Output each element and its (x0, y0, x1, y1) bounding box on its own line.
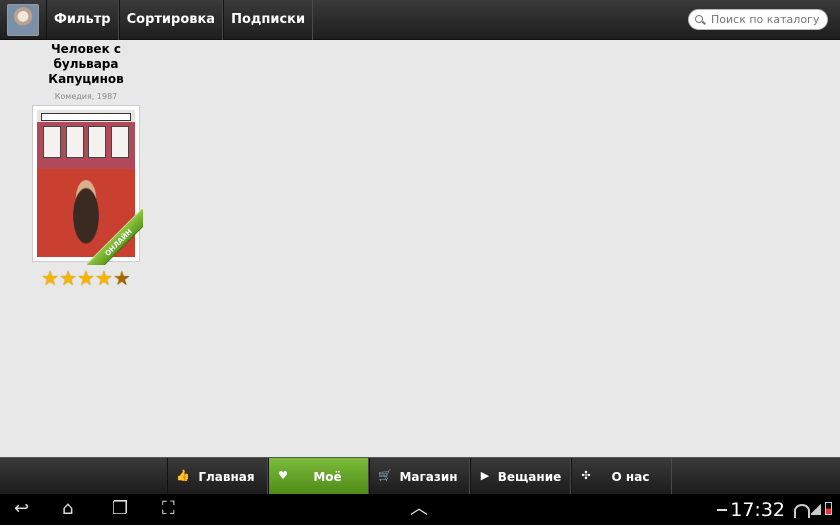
minus-icon (717, 509, 727, 511)
star-icon: ★ (94, 266, 113, 290)
play-icon: ▶ (480, 469, 490, 482)
grid-icon: ✣ (581, 469, 591, 482)
movie-title: Человек с бульвара Капуцинов (48, 42, 124, 86)
catalog-item[interactable]: Человек с бульвара Капуцинов Комедия, 19… (20, 42, 152, 288)
home-icon[interactable]: ⌂ (62, 500, 73, 518)
recent-apps-icon[interactable]: ❐ (112, 500, 128, 518)
screenshot-icon[interactable]: ⛶ (162, 500, 175, 518)
star-icon: ★ (77, 266, 95, 290)
cart-icon: 🛒 (378, 469, 392, 482)
poster-cards (43, 126, 129, 166)
status-icons (793, 502, 832, 518)
movie-poster[interactable]: ОНЛАЙН (32, 105, 143, 265)
filter-button[interactable]: Фильтр (46, 0, 119, 40)
nav-store-label: Магазин (399, 469, 458, 484)
nav-mine-label: Моё (313, 469, 342, 484)
battery-icon (825, 502, 832, 515)
nav-home-label: Главная (198, 469, 255, 484)
half-star-icon: ★ (112, 266, 131, 290)
top-action-bar: Фильтр Сортировка Подписки (0, 0, 840, 40)
wifi-icon (793, 503, 810, 518)
heart-icon: ♥ (278, 469, 288, 482)
online-badge: ОНЛАЙН (87, 209, 143, 265)
star-icon: ★ (59, 266, 78, 290)
star-icon: ★ (41, 266, 60, 290)
search-input[interactable] (709, 12, 824, 27)
subscriptions-button[interactable]: Подписки (223, 0, 314, 40)
signal-icon (811, 502, 821, 515)
nav-about[interactable]: ✣ О нас (571, 458, 672, 495)
avatar[interactable] (7, 3, 39, 36)
system-bar: ↩ ⌂ ❐ ⛶ ︿ 17:32 (0, 494, 840, 525)
sort-button[interactable]: Сортировка (118, 0, 224, 40)
clock: 17:32 (730, 499, 785, 521)
chevron-up-icon[interactable]: ︿ (410, 500, 428, 518)
poster-title-strip (41, 113, 131, 121)
movie-subtitle: Комедия, 1987 (54, 92, 118, 101)
nav-broadcast-label: Вещание (497, 469, 562, 484)
search-icon (695, 14, 705, 25)
nav-mine[interactable]: ♥ Моё (268, 458, 369, 495)
back-icon[interactable]: ↩ (14, 500, 29, 518)
thumbs-up-icon: 👍 (176, 469, 190, 482)
nav-broadcast[interactable]: ▶ Вещание (470, 458, 571, 495)
search-box[interactable] (688, 9, 828, 30)
nav-store[interactable]: 🛒 Магазин (369, 458, 470, 495)
nav-home[interactable]: 👍 Главная (167, 458, 268, 495)
rating-stars: ★ ★ ★ ★ ★ (20, 268, 152, 288)
nav-about-label: О нас (611, 469, 650, 484)
online-ribbon: ОНЛАЙН (87, 209, 143, 265)
bottom-navigation: 👍 Главная ♥ Моё 🛒 Магазин ▶ Вещание ✣ О … (0, 457, 840, 495)
